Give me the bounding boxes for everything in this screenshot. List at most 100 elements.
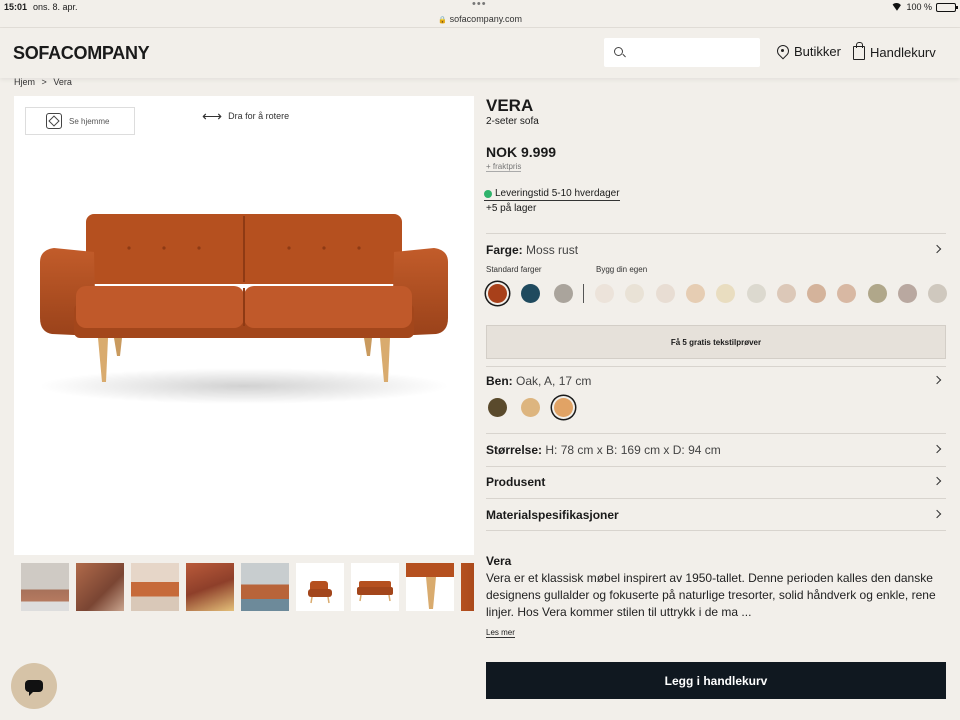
search-icon [614,47,623,56]
custom-color-swatch[interactable] [928,284,948,303]
cart-label: Handlekurv [870,44,936,60]
materials-label: Materialspesifikasjoner [486,508,619,522]
product-title: VERA [486,96,534,115]
custom-color-swatch[interactable] [898,284,917,303]
shopping-bag-icon [853,42,865,60]
search-input[interactable] [630,43,754,61]
status-time: 15:01 [4,2,28,12]
custom-colors-heading: Bygg din egen [596,265,648,274]
status-indicators: 100 % [891,2,958,12]
delivery-link[interactable]: Leveringstid 5-10 hverdager [484,188,620,201]
divider [486,530,946,531]
thumbnail[interactable] [241,563,289,611]
sofa-side-thumb [308,581,332,604]
rotate-hint: ⟷ Dra for å rotere [202,109,290,123]
sofa-image [39,214,449,404]
custom-color-swatch[interactable] [867,284,887,303]
size-row[interactable]: Størrelse: H: 78 cm x B: 169 cm x D: 94 … [486,443,721,457]
thumbnail[interactable] [186,563,234,611]
chevron-right-icon[interactable] [932,375,942,385]
color-row[interactable]: Farge: Moss rust [486,243,578,257]
more-dots-icon[interactable]: ••• [472,0,487,10]
custom-color-swatch[interactable] [625,284,645,303]
leg-swatch[interactable] [521,398,540,417]
divider [486,233,946,234]
swatch-divider [583,284,584,303]
divider [486,498,946,499]
site-logo[interactable]: SOFACOMPANY [13,43,150,64]
breadcrumb-separator: > [41,77,47,87]
thumbnail[interactable] [406,563,454,611]
status-date: ons. 8. apr. [33,2,78,12]
thumbnail[interactable] [131,563,179,611]
standard-colors-heading: Standard farger [486,265,542,274]
thumbnail[interactable] [351,563,399,611]
url-text: sofacompany.com [449,14,523,24]
divider [486,433,946,434]
size-label: Størrelse: [486,443,543,457]
stock-status: +5 på lager [486,203,537,214]
free-samples-button[interactable]: Få 5 gratis tekstilprøver [486,325,946,359]
description-title: Vera [486,554,512,568]
see-at-home-button[interactable]: Se hjemme [25,107,135,135]
chat-icon [25,680,43,696]
divider [486,466,946,467]
chevron-right-icon[interactable] [932,444,942,454]
chevron-right-icon[interactable] [932,476,942,486]
thumbnail[interactable] [21,563,69,611]
chat-button[interactable] [11,663,57,709]
add-to-cart-button[interactable]: Legg i handlekurv [486,662,946,699]
custom-color-swatch[interactable] [807,284,827,303]
sofa-front-thumb [357,581,393,602]
custom-color-swatch[interactable] [685,284,705,303]
description-text: Vera er et klassisk møbel inspirert av 1… [486,571,936,619]
cart-link[interactable]: Handlekurv [853,42,936,60]
search-box[interactable] [604,38,760,67]
status-dot-icon [484,189,492,198]
custom-color-swatch[interactable] [776,284,796,303]
color-value: Moss rust [526,243,579,257]
ar-cube-icon [46,113,62,129]
custom-color-swatch[interactable] [595,284,614,303]
leg-swatch[interactable] [554,398,573,417]
custom-color-swatch[interactable] [716,284,736,303]
color-swatch[interactable] [488,284,507,303]
color-swatches [486,284,948,308]
leg-swatches [486,398,946,422]
product-subtitle: 2-seter sofa [486,116,539,127]
delivery-text: Leveringstid 5-10 hverdager [495,188,620,199]
divider [486,366,946,367]
see-home-label: Se hjemme [69,116,110,126]
leg-swatch[interactable] [488,398,507,417]
breadcrumb: Hjem > Vera [14,77,76,87]
thumbnail[interactable] [76,563,124,611]
custom-color-swatch[interactable] [655,284,675,303]
rotate-hint-label: Dra for å rotere [228,111,290,121]
materials-row[interactable]: Materialspesifikasjoner [486,508,619,522]
site-header: SOFACOMPANY Butikker Handlekurv [0,28,960,78]
product-viewer[interactable]: Se hjemme ⟷ Dra for å rotere [14,96,474,555]
size-value: H: 78 cm x B: 169 cm x D: 94 cm [545,443,721,457]
lock-icon: 🔒 [437,17,447,24]
color-swatch[interactable] [521,284,540,303]
custom-color-swatch[interactable] [837,284,857,303]
address-bar[interactable]: 🔒 sofacompany.com [0,14,960,24]
thumbnail[interactable] [296,563,344,611]
stores-link[interactable]: Butikker [777,44,841,59]
location-pin-icon [777,45,789,59]
stores-label: Butikker [794,44,841,59]
freight-link[interactable]: + fraktpris [486,162,522,172]
chevron-right-icon[interactable] [932,509,942,519]
color-swatch[interactable] [554,284,573,303]
chevron-right-icon[interactable] [932,244,942,254]
breadcrumb-home[interactable]: Hjem [14,77,35,87]
producer-row[interactable]: Produsent [486,475,545,489]
custom-color-swatch[interactable] [746,284,766,303]
thumbnail[interactable] [461,563,474,611]
color-label: Farge: [486,243,523,257]
legs-row[interactable]: Ben: Oak, A, 17 cm [486,374,591,388]
wifi-icon [891,3,902,11]
read-more-link[interactable]: Les mer [486,628,515,638]
producer-label: Produsent [486,475,546,489]
breadcrumb-current[interactable]: Vera [53,77,72,87]
